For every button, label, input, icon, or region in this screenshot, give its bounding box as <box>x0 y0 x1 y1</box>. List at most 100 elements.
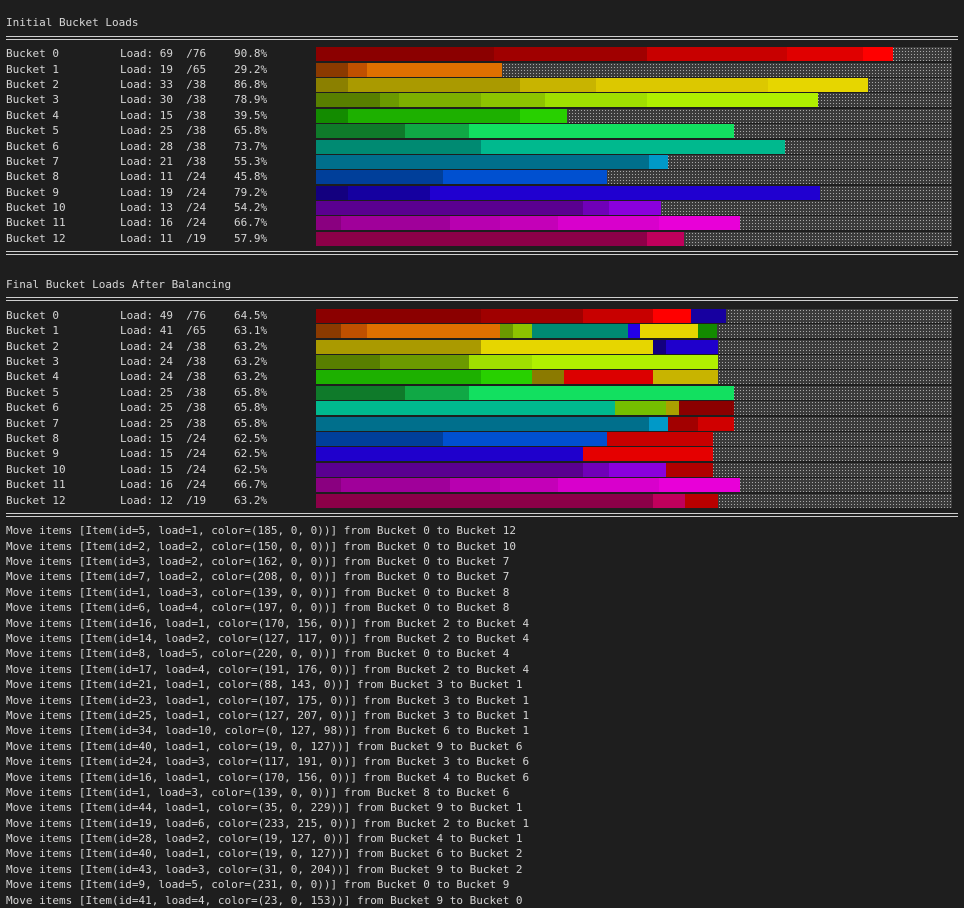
load-bar-track <box>316 401 952 416</box>
bucket-load: Load: 25 /38 <box>120 416 207 430</box>
load-bar-segment <box>316 478 342 493</box>
load-bar-segment <box>786 47 863 62</box>
bucket-name: Bucket 3 <box>6 354 59 368</box>
load-bar-segment <box>862 47 894 62</box>
load-bar-segment <box>398 93 482 108</box>
load-bar-segment <box>316 416 650 431</box>
load-bar-segment <box>646 93 818 108</box>
load-bar-track <box>316 370 952 385</box>
load-bar-segment <box>646 231 685 246</box>
load-bar-segment <box>316 370 482 385</box>
bucket-row: Bucket 0 Load: 49 /76 64.5% <box>6 308 958 323</box>
move-log-line: Move items [Item(id=1, load=3, color=(13… <box>6 785 510 799</box>
load-bar-track <box>316 416 952 431</box>
move-log-line: Move items [Item(id=5, load=1, color=(18… <box>6 524 516 538</box>
load-bar-segment <box>627 324 641 339</box>
load-bar-segment <box>468 354 533 369</box>
bucket-row: Bucket 1 Load: 19 /65 29.2% <box>6 62 958 77</box>
load-bar-track <box>316 385 952 400</box>
bucket-name: Bucket 7 <box>6 416 59 430</box>
load-bar-segment <box>653 339 666 354</box>
bucket-load: Load: 28 /38 <box>120 139 207 153</box>
load-bar-segment <box>316 324 342 339</box>
bucket-percent: 73.7% <box>234 139 268 153</box>
bucket-name: Bucket 8 <box>6 431 59 445</box>
bucket-percent: 90.8% <box>234 47 268 61</box>
bucket-row: Bucket 9 Load: 19 /24 79.2% <box>6 185 958 200</box>
separator-line <box>6 292 958 307</box>
load-bar-track <box>316 185 952 200</box>
move-log-line: Move items [Item(id=8, load=5, color=(22… <box>6 647 510 661</box>
bucket-name: Bucket 0 <box>6 308 59 322</box>
load-bar-segment <box>341 216 450 231</box>
bucket-load: Load: 41 /65 <box>120 324 207 338</box>
load-bar-segment <box>564 370 654 385</box>
load-bar-segment <box>316 47 495 62</box>
bucket-row: Bucket 7 Load: 25 /38 65.8% <box>6 416 958 431</box>
load-bar-segment <box>494 47 647 62</box>
bucket-row: Bucket 10 Load: 15 /24 62.5% <box>6 462 958 477</box>
bucket-name: Bucket 12 <box>6 493 66 507</box>
bucket-percent: 63.2% <box>234 493 268 507</box>
load-bar-segment <box>500 324 514 339</box>
bucket-name: Bucket 6 <box>6 139 59 153</box>
load-bar-segment <box>316 77 348 92</box>
load-bar-track <box>316 354 952 369</box>
bucket-load: Load: 25 /38 <box>120 124 207 138</box>
load-bar-track <box>316 139 952 154</box>
bucket-percent: 62.5% <box>234 462 268 476</box>
section-title: Final Bucket Loads After Balancing <box>6 278 232 292</box>
load-bar-track <box>316 93 952 108</box>
load-bar-segment <box>481 308 584 323</box>
bucket-load: Load: 24 /38 <box>120 370 207 384</box>
bucket-load: Load: 30 /38 <box>120 93 207 107</box>
bucket-percent: 55.3% <box>234 154 268 168</box>
load-bar-segment <box>316 139 482 154</box>
load-bar-segment <box>607 431 714 446</box>
bucket-load: Load: 24 /38 <box>120 354 207 368</box>
bucket-percent: 79.2% <box>234 185 268 199</box>
move-log-line: Move items [Item(id=25, load=1, color=(1… <box>6 708 530 722</box>
load-bar-track <box>316 493 952 508</box>
load-bar-segment <box>341 478 450 493</box>
load-bar-segment <box>544 93 647 108</box>
separator-line <box>6 31 958 46</box>
load-bar-segment <box>316 401 615 416</box>
load-bar-segment <box>659 478 741 493</box>
load-bar-segment <box>519 108 568 123</box>
bucket-percent: 57.9% <box>234 231 268 245</box>
load-bar-segment <box>665 339 718 354</box>
load-bar-segment <box>691 308 727 323</box>
move-log-line: Move items [Item(id=2, load=2, color=(15… <box>6 539 516 553</box>
move-log-line: Move items [Item(id=19, load=6, color=(2… <box>6 816 530 830</box>
load-bar-track <box>316 170 952 185</box>
load-bar-track <box>316 201 952 216</box>
load-bar-segment <box>557 216 660 231</box>
load-bar-segment <box>583 308 654 323</box>
load-bar-segment <box>316 339 482 354</box>
bucket-name: Bucket 1 <box>6 62 59 76</box>
bucket-percent: 64.5% <box>234 308 268 322</box>
load-bar-segment <box>379 354 469 369</box>
load-bar-segment <box>665 462 714 477</box>
bucket-load: Load: 11 /24 <box>120 170 207 184</box>
bucket-name: Bucket 11 <box>6 216 66 230</box>
bucket-row: Bucket 6 Load: 25 /38 65.8% <box>6 400 958 416</box>
load-bar-segment <box>481 93 545 108</box>
load-bar-track <box>316 478 952 493</box>
move-log-line: Move items [Item(id=40, load=1, color=(1… <box>6 739 523 753</box>
bucket-load: Load: 15 /24 <box>120 462 207 476</box>
load-bar-segment <box>532 324 628 339</box>
move-log-line: Move items [Item(id=3, load=2, color=(16… <box>6 555 510 569</box>
bucket-row: Bucket 0 Load: 69 /76 90.8% <box>6 46 958 62</box>
bucket-percent: 45.8% <box>234 170 268 184</box>
separator-line <box>6 508 958 523</box>
load-bar-track <box>316 462 952 477</box>
separator-line <box>6 246 958 261</box>
load-bar-segment <box>316 154 650 169</box>
bucket-load: Load: 19 /65 <box>120 62 207 76</box>
load-bar-segment <box>468 124 735 139</box>
load-bar-segment <box>316 62 348 77</box>
load-bar-segment <box>449 216 501 231</box>
